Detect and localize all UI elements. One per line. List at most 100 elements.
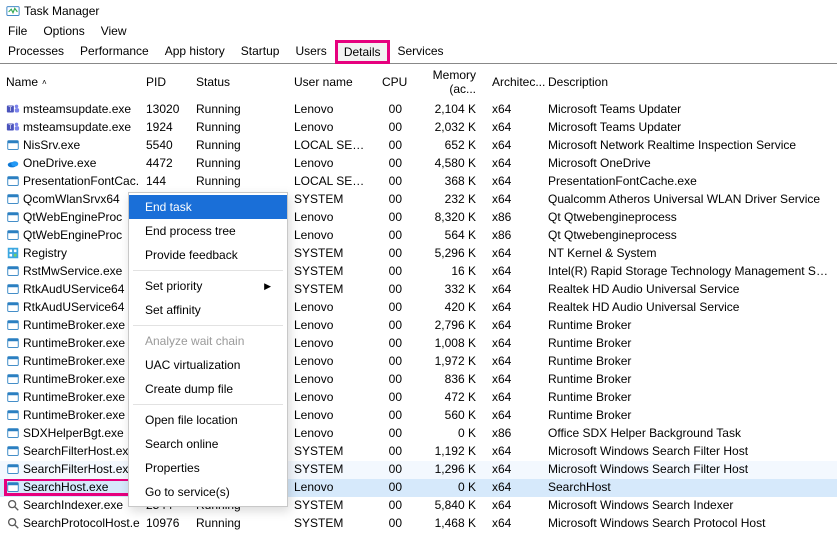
table-row[interactable]: NisSrv.exe5540RunningLOCAL SER...00652 K… (0, 137, 837, 155)
cell-mem: 1,468 K (412, 515, 486, 533)
context-item-analyze-wait-chain: Analyze wait chain (129, 329, 287, 353)
tab-startup[interactable]: Startup (233, 40, 288, 63)
cell-mem: 368 K (412, 173, 486, 191)
cell-mem: 836 K (412, 371, 486, 389)
table-row[interactable]: QtWebEngineProcLenovo008,320 Kx86Qt Qtwe… (0, 209, 837, 227)
cell-user: LOCAL SER... (288, 173, 376, 191)
cell-desc: Runtime Broker (542, 371, 837, 389)
process-name: QtWebEngineProc (23, 210, 122, 224)
cell-cpu: 00 (376, 371, 412, 389)
context-item-label: Go to service(s) (145, 485, 230, 499)
tab-details[interactable]: Details (335, 40, 390, 64)
context-item-end-task[interactable]: End task (129, 195, 287, 219)
cell-desc: Qt Qtwebengineprocess (542, 209, 837, 227)
col-username[interactable]: User name (288, 64, 376, 101)
tab-users[interactable]: Users (287, 40, 334, 63)
col-name[interactable]: Name˄ (0, 64, 140, 101)
table-row[interactable]: RuntimeBroker.exeLenovo001,008 Kx64Runti… (0, 335, 837, 353)
cell-user: SYSTEM (288, 461, 376, 479)
table-row[interactable]: SearchIndexer.exe2544RunningSYSTEM005,84… (0, 497, 837, 515)
col-status[interactable]: Status (190, 64, 288, 101)
context-item-end-process-tree[interactable]: End process tree (129, 219, 287, 243)
table-row[interactable]: RuntimeBroker.exeLenovo00560 Kx64Runtime… (0, 407, 837, 425)
table-row[interactable]: PresentationFontCac...144RunningLOCAL SE… (0, 173, 837, 191)
cell-arch: x64 (486, 155, 542, 173)
process-name: SDXHelperBgt.exe (23, 426, 124, 440)
table-row[interactable]: RuntimeBroker.exeLenovo001,972 Kx64Runti… (0, 353, 837, 371)
table-row[interactable]: SearchFilterHost.ex9168RunningSYSTEM001,… (0, 461, 837, 479)
cell-pid: 144 (140, 173, 190, 191)
table-row[interactable]: QcomWlanSrvx64SYSTEM00232 Kx64Qualcomm A… (0, 191, 837, 209)
tab-processes[interactable]: Processes (0, 40, 72, 63)
cell-arch: x64 (486, 479, 542, 497)
cell-mem: 2,796 K (412, 317, 486, 335)
context-item-label: Properties (145, 461, 200, 475)
tab-performance[interactable]: Performance (72, 40, 157, 63)
context-item-uac-virtualization[interactable]: UAC virtualization (129, 353, 287, 377)
cell-desc: Microsoft Network Realtime Inspection Se… (542, 137, 837, 155)
svg-text:T: T (9, 106, 13, 113)
context-item-label: Create dump file (145, 382, 233, 396)
cell-cpu: 00 (376, 263, 412, 281)
table-row[interactable]: SearchFilterHost.exSYSTEM001,192 Kx64Mic… (0, 443, 837, 461)
cell-desc: NT Kernel & System (542, 245, 837, 263)
table-row[interactable]: SearchProtocolHost.e...10976RunningSYSTE… (0, 515, 837, 533)
context-item-go-to-service-s[interactable]: Go to service(s) (129, 480, 287, 504)
cell-mem: 564 K (412, 227, 486, 245)
window-title: Task Manager (24, 4, 99, 18)
cell-mem: 2,032 K (412, 119, 486, 137)
table-row[interactable]: QtWebEngineProcLenovo00564 Kx86Qt Qtwebe… (0, 227, 837, 245)
context-item-set-priority[interactable]: Set priority▶ (129, 274, 287, 298)
cell-user: Lenovo (288, 425, 376, 443)
tab-app-history[interactable]: App history (157, 40, 233, 63)
context-item-set-affinity[interactable]: Set affinity (129, 298, 287, 322)
context-item-properties[interactable]: Properties (129, 456, 287, 480)
cell-cpu: 00 (376, 317, 412, 335)
context-item-create-dump-file[interactable]: Create dump file (129, 377, 287, 401)
cell-desc: Office SDX Helper Background Task (542, 425, 837, 443)
onedrive-icon (6, 156, 20, 170)
table-row[interactable]: Tmsteamsupdate.exe13020RunningLenovo002,… (0, 101, 837, 119)
context-item-open-file-location[interactable]: Open file location (129, 408, 287, 432)
context-item-search-online[interactable]: Search online (129, 432, 287, 456)
col-memory[interactable]: Memory (ac... (412, 64, 486, 101)
menu-file[interactable]: File (8, 24, 27, 38)
process-name: SearchFilterHost.ex (23, 444, 128, 458)
cell-cpu: 00 (376, 461, 412, 479)
table-row[interactable]: RuntimeBroker.exeLenovo00836 Kx64Runtime… (0, 371, 837, 389)
cell-user: Lenovo (288, 101, 376, 119)
cell-desc: PresentationFontCache.exe (542, 173, 837, 191)
cell-desc: Microsoft Teams Updater (542, 101, 837, 119)
cell-cpu: 00 (376, 155, 412, 173)
cell-cpu: 00 (376, 245, 412, 263)
cell-arch: x64 (486, 245, 542, 263)
table-row[interactable]: RtkAudUService64Lenovo00420 Kx64Realtek … (0, 299, 837, 317)
cell-pid: 13020 (140, 101, 190, 119)
table-row[interactable]: RegistrySYSTEM005,296 Kx64NT Kernel & Sy… (0, 245, 837, 263)
col-architecture[interactable]: Architec... (486, 64, 542, 101)
table-row[interactable]: RtkAudUService64SYSTEM00332 Kx64Realtek … (0, 281, 837, 299)
table-row[interactable]: SDXHelperBgt.exeLenovo000 Kx86Office SDX… (0, 425, 837, 443)
table-row[interactable]: OneDrive.exe4472RunningLenovo004,580 Kx6… (0, 155, 837, 173)
table-row[interactable]: RuntimeBroker.exeLenovo002,796 Kx64Runti… (0, 317, 837, 335)
context-item-provide-feedback[interactable]: Provide feedback (129, 243, 287, 267)
exe-icon (6, 462, 20, 476)
col-cpu[interactable]: CPU (376, 64, 412, 101)
table-row[interactable]: SearchHost.exe7304SuspendedLenovo000 Kx6… (0, 479, 837, 497)
cell-cpu: 00 (376, 443, 412, 461)
process-name: NisSrv.exe (23, 138, 80, 152)
exe-icon (6, 264, 20, 278)
tab-services[interactable]: Services (390, 40, 452, 63)
cell-mem: 1,192 K (412, 443, 486, 461)
col-pid[interactable]: PID (140, 64, 190, 101)
menu-options[interactable]: Options (43, 24, 84, 38)
exe-icon (6, 354, 20, 368)
table-row[interactable]: Tmsteamsupdate.exe1924RunningLenovo002,0… (0, 119, 837, 137)
menu-view[interactable]: View (101, 24, 127, 38)
col-description[interactable]: Description (542, 64, 837, 101)
table-row[interactable]: RstMwService.exeSYSTEM0016 Kx64Intel(R) … (0, 263, 837, 281)
table-row[interactable]: RuntimeBroker.exeLenovo00472 Kx64Runtime… (0, 389, 837, 407)
cell-cpu: 00 (376, 299, 412, 317)
cell-mem: 2,104 K (412, 101, 486, 119)
cell-cpu: 00 (376, 173, 412, 191)
